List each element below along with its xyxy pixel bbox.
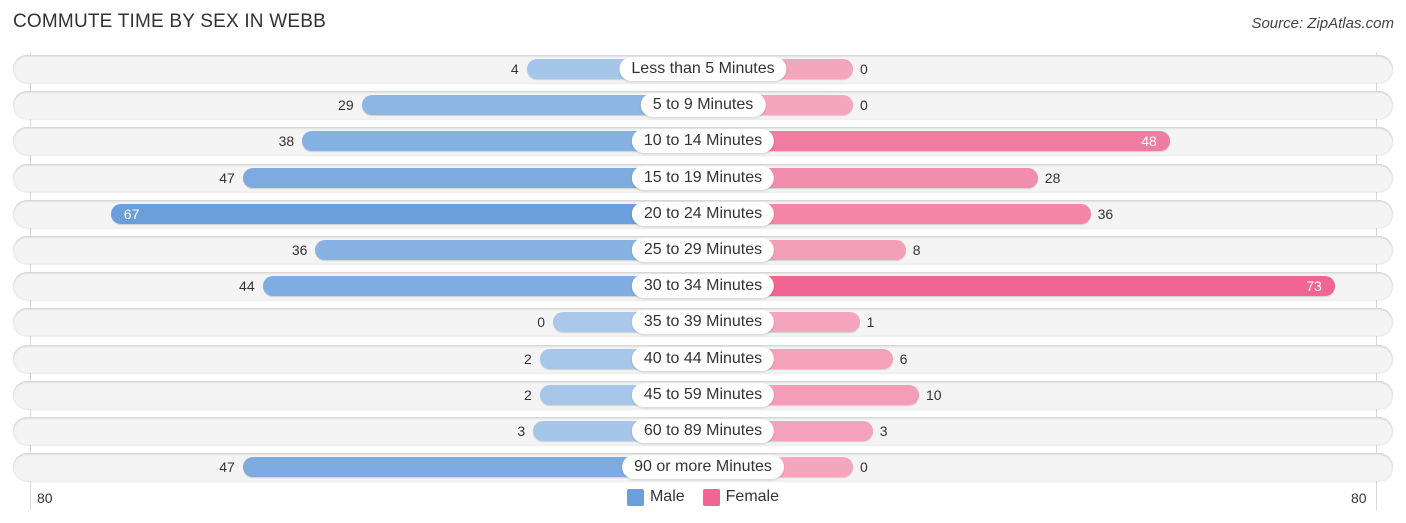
male-value-label: 29 <box>338 97 354 114</box>
female-value-label: 10 <box>926 386 942 403</box>
legend-item-female: Female <box>702 488 780 506</box>
category-label: 45 to 59 Minutes <box>631 382 775 407</box>
male-value-label: 36 <box>291 242 308 258</box>
male-value-label: 44 <box>239 278 255 295</box>
female-value-label: 0 <box>860 459 868 476</box>
male-value-label: 2 <box>524 386 532 403</box>
chart-title: COMMUTE TIME BY SEX IN WEBB <box>13 11 326 32</box>
male-value-label: 38 <box>278 133 295 150</box>
female-value-label: 1 <box>866 314 875 331</box>
category-label: 35 to 39 Minutes <box>631 310 775 335</box>
category-label: 30 to 34 Minutes <box>631 274 775 299</box>
category-label: 90 or more Minutes <box>622 455 784 480</box>
female-value-label: 48 <box>1141 133 1157 150</box>
male-value-label: 3 <box>517 423 526 439</box>
legend-swatch-male <box>626 488 644 506</box>
category-label: 20 to 24 Minutes <box>631 201 775 226</box>
female-value-label: 36 <box>1097 205 1114 222</box>
female-value-label: 6 <box>899 350 908 367</box>
category-label: 40 to 44 Minutes <box>631 346 775 371</box>
category-label: 5 to 9 Minutes <box>640 93 766 118</box>
male-value-label: 0 <box>537 314 545 331</box>
male-value-label: 2 <box>524 350 532 367</box>
male-value-label: 4 <box>510 61 519 77</box>
category-label: 15 to 19 Minutes <box>631 165 775 190</box>
male-value-label: 47 <box>219 169 235 186</box>
legend-label-male: Male <box>649 488 685 505</box>
female-value-label: 8 <box>912 242 921 258</box>
female-bar <box>703 276 1335 297</box>
male-value-label: 47 <box>219 459 235 476</box>
source-label: Source: ZipAtlas.com <box>1251 15 1394 32</box>
legend-item-male: Male <box>626 488 685 506</box>
male-bar <box>110 203 703 224</box>
category-label: 60 to 89 Minutes <box>631 419 775 443</box>
legend: Male Female <box>0 488 1406 506</box>
female-value-label: 0 <box>860 97 868 114</box>
female-value-label: 3 <box>879 423 888 439</box>
male-value-label: 67 <box>123 205 140 222</box>
category-label: 25 to 29 Minutes <box>631 238 775 262</box>
female-value-label: 28 <box>1044 169 1061 186</box>
legend-label-female: Female <box>725 488 780 505</box>
category-label: Less than 5 Minutes <box>619 57 787 81</box>
female-value-label: 73 <box>1306 278 1322 295</box>
legend-swatch-female <box>702 488 720 506</box>
category-label: 10 to 14 Minutes <box>631 129 775 154</box>
female-value-label: 0 <box>860 61 868 77</box>
